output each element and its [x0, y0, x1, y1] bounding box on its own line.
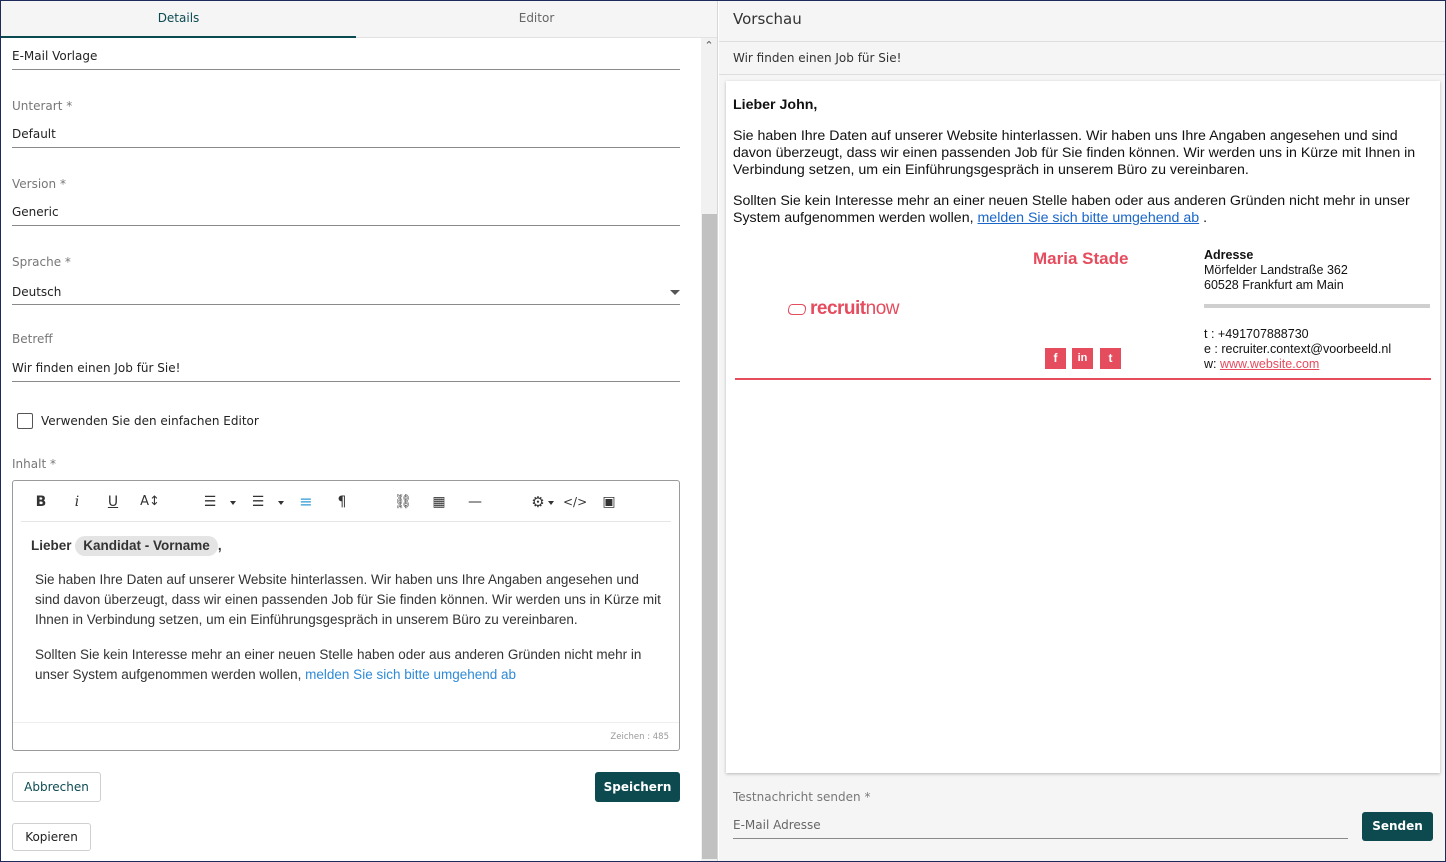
- scrollbar-thumb[interactable]: [702, 214, 717, 859]
- contact-web-prefix: w:: [1204, 357, 1217, 371]
- preview-paragraph-2: Sollten Sie kein Interesse mehr an einer…: [733, 193, 1433, 227]
- unsubscribe-link[interactable]: melden Sie sich bitte umgehend ab: [305, 667, 516, 682]
- website-link[interactable]: www.website.com: [1220, 357, 1319, 371]
- sprache-value: Deutsch: [12, 285, 62, 299]
- ordered-list-caret-icon[interactable]: [230, 501, 236, 505]
- unterart-label: Unterart *: [12, 99, 73, 113]
- field-underline: [12, 225, 680, 226]
- contact-email: e : recruiter.context@voorbeeld.nl: [1204, 342, 1392, 356]
- placeholder-chip[interactable]: Kandidat - Vorname: [75, 536, 218, 556]
- italic-button[interactable]: i: [69, 491, 85, 513]
- code-view-icon[interactable]: </>: [563, 491, 587, 513]
- address-divider: [1204, 304, 1430, 308]
- underline-button[interactable]: U: [105, 491, 121, 513]
- preview-paragraph-1: Sie haben Ihre Daten auf unserer Website…: [733, 128, 1416, 178]
- address-street: Mörfelder Landstraße 362: [1204, 263, 1348, 277]
- align-icon[interactable]: ≡: [297, 491, 315, 513]
- divider: [719, 74, 1445, 75]
- settings-caret-icon[interactable]: [548, 501, 554, 505]
- address-city: 60528 Frankfurt am Main: [1204, 278, 1344, 292]
- rich-text-editor[interactable]: B i U A↕ ☰ ☰ ≡ ¶ ⛓ ▦ — ⚙ </> ▣ Lieber Ka…: [12, 480, 680, 751]
- copy-button[interactable]: Kopieren: [12, 823, 91, 851]
- unterart-value: Default: [12, 127, 56, 141]
- editor-greeting: Lieber Kandidat - Vorname,: [31, 536, 661, 556]
- signature-name: Maria Stade: [1033, 249, 1129, 268]
- cancel-button[interactable]: Abbrechen: [12, 772, 101, 802]
- editor-content[interactable]: Lieber Kandidat - Vorname, Sie haben Ihr…: [31, 536, 661, 685]
- preview-panel: Vorschau Wir finden einen Job für Sie! L…: [719, 1, 1445, 861]
- tab-editor[interactable]: Editor: [356, 1, 717, 38]
- preview-greeting: Lieber John,: [733, 97, 818, 113]
- paragraph-icon[interactable]: ¶: [333, 491, 351, 513]
- table-icon[interactable]: ▦: [429, 491, 449, 513]
- divider: [719, 41, 1445, 42]
- tab-bar: Details Editor: [1, 1, 717, 38]
- editor-paragraph-1: Sie haben Ihre Daten auf unserer Website…: [35, 572, 661, 627]
- preview-paragraph-2-suffix: .: [1203, 210, 1208, 226]
- preview-subject: Wir finden einen Job für Sie!: [733, 51, 902, 65]
- send-button[interactable]: Senden: [1362, 812, 1433, 841]
- editor-paragraph-2: Sollten Sie kein Interesse mehr an einer…: [31, 645, 661, 685]
- font-size-button[interactable]: A↕: [139, 491, 161, 513]
- save-button[interactable]: Speichern: [595, 772, 680, 802]
- signature-bottom-line: [735, 378, 1431, 380]
- contact-phone: t : +491707888730: [1204, 327, 1309, 341]
- version-value: Generic: [12, 205, 59, 219]
- field-underline: [733, 838, 1348, 839]
- field-underline: [12, 304, 680, 305]
- greeting-suffix: ,: [217, 538, 222, 553]
- betreff-label: Betreff: [12, 332, 53, 346]
- sprache-label: Sprache *: [12, 255, 71, 269]
- facebook-icon[interactable]: f: [1045, 348, 1066, 369]
- scroll-up-arrow-icon[interactable]: ⌃: [701, 38, 717, 54]
- dropdown-arrow-icon[interactable]: [670, 290, 680, 295]
- version-label: Version *: [12, 177, 66, 191]
- scrollbar[interactable]: ⌃: [701, 38, 717, 861]
- logo-text-bold: recruit: [810, 298, 866, 319]
- logo-text-light: now: [865, 298, 900, 319]
- image-icon[interactable]: ▣: [599, 491, 619, 513]
- recruitnow-logo: recruitnow: [786, 298, 900, 320]
- preview-unsubscribe-link[interactable]: melden Sie sich bitte umgehend ab: [977, 210, 1199, 226]
- preview-title: Vorschau: [733, 10, 802, 28]
- editor-toolbar: B i U A↕ ☰ ☰ ≡ ¶ ⛓ ▦ — ⚙ </> ▣: [21, 481, 671, 522]
- address-title: Adresse: [1204, 248, 1254, 262]
- test-email-input[interactable]: E-Mail Adresse: [733, 818, 821, 832]
- bullet-list-icon[interactable]: ☰: [249, 491, 267, 513]
- link-icon[interactable]: ⛓: [393, 491, 413, 513]
- inhalt-label: Inhalt *: [12, 457, 56, 471]
- bold-button[interactable]: B: [33, 491, 49, 513]
- contact-web: w: www.website.com: [1204, 357, 1319, 372]
- field-underline: [12, 381, 680, 382]
- settings-gear-icon[interactable]: ⚙: [528, 491, 548, 513]
- details-panel: Details Editor E-Mail Vorlage Unterart *…: [1, 1, 718, 861]
- linkedin-icon[interactable]: in: [1072, 348, 1093, 369]
- tab-details[interactable]: Details: [1, 1, 356, 38]
- field-underline: [12, 147, 680, 148]
- email-preview: Lieber John, Sie haben Ihre Daten auf un…: [726, 81, 1440, 773]
- simple-editor-checkbox[interactable]: [17, 413, 33, 429]
- logo-mark-icon: [786, 304, 808, 315]
- twitter-icon[interactable]: t: [1100, 348, 1121, 369]
- horizontal-rule-icon[interactable]: —: [465, 491, 485, 513]
- greeting-prefix: Lieber: [31, 538, 72, 553]
- counter-bar: Zeichen : 485: [13, 722, 679, 750]
- ordered-list-icon[interactable]: ☰: [201, 491, 219, 513]
- bullet-list-caret-icon[interactable]: [278, 501, 284, 505]
- test-message-label: Testnachricht senden *: [733, 790, 871, 804]
- char-counter: Zeichen : 485: [610, 732, 669, 742]
- name-field-value: E-Mail Vorlage: [12, 49, 98, 63]
- field-underline: [12, 69, 680, 70]
- betreff-value: Wir finden einen Job für Sie!: [12, 361, 181, 375]
- simple-editor-checkbox-label[interactable]: Verwenden Sie den einfachen Editor: [41, 414, 259, 428]
